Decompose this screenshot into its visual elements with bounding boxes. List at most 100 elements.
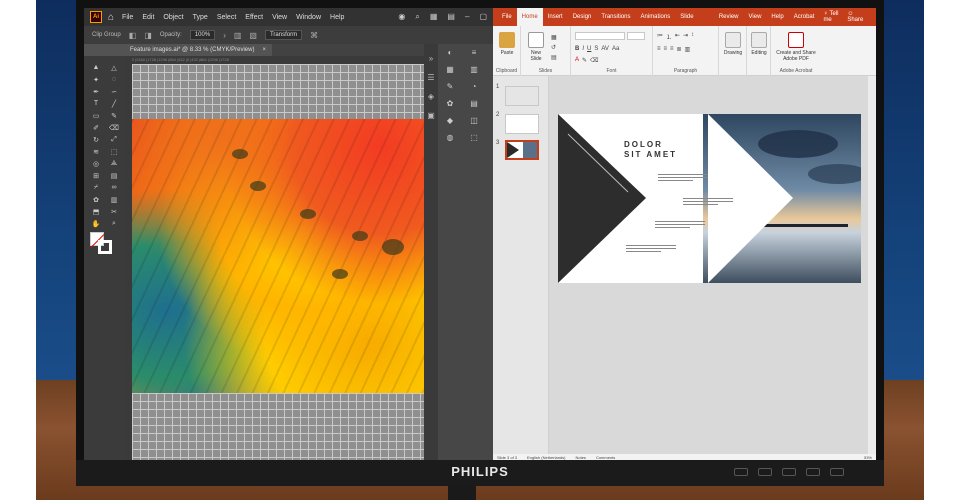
align-right-icon[interactable]: ≡ — [670, 46, 674, 53]
brushes-icon[interactable]: ✎ — [447, 82, 454, 91]
drawing-button[interactable]: Drawing — [721, 32, 745, 56]
comments-button[interactable]: Comments — [596, 455, 615, 460]
document-tab[interactable]: Feature images.ai* @ 8.33 % (CMYK/Previe… — [124, 44, 272, 56]
align-icon[interactable]: ▥ — [234, 31, 242, 40]
zoom-tool-icon[interactable]: ⌕ — [108, 220, 120, 228]
transform-button[interactable]: Transform — [264, 30, 303, 40]
strikethrough-icon[interactable]: S — [594, 46, 598, 52]
lasso-tool-icon[interactable]: ◌ — [108, 76, 120, 84]
rotate-tool-icon[interactable]: ↻ — [90, 136, 102, 144]
graph-tool-icon[interactable]: ▥ — [108, 196, 120, 204]
text-block-4[interactable] — [626, 245, 676, 255]
layout-icon[interactable]: ▦ — [551, 34, 557, 41]
bullets-icon[interactable]: ≔ — [657, 32, 663, 41]
highlight-icon[interactable]: ✎ — [582, 57, 587, 64]
tab-design[interactable]: Design — [568, 8, 597, 26]
columns-icon[interactable]: ▥ — [685, 46, 691, 53]
font-size-field[interactable] — [627, 32, 645, 40]
slide-thumbnail-2[interactable] — [505, 114, 539, 134]
tab-view[interactable]: View — [744, 8, 767, 26]
opacity-field[interactable]: 100% — [189, 30, 216, 40]
magic-wand-tool-icon[interactable]: ✦ — [90, 76, 102, 84]
menu-object[interactable]: Object — [163, 14, 183, 21]
decrease-indent-icon[interactable]: ⇤ — [675, 32, 680, 41]
create-share-pdf-button[interactable]: Create and Share Adobe PDF — [773, 32, 819, 62]
current-slide[interactable]: DOLOR SIT AMET — [558, 114, 861, 283]
blend-tool-icon[interactable]: ∞ — [108, 184, 120, 192]
menu-window[interactable]: Window — [296, 14, 321, 21]
font-family-field[interactable] — [575, 32, 625, 40]
tab-file[interactable]: File — [497, 8, 517, 26]
menu-type[interactable]: Type — [193, 14, 208, 21]
editing-button[interactable]: Editing — [749, 32, 769, 56]
maximize-icon[interactable]: ▢ — [479, 12, 487, 22]
chevron-right-icon[interactable]: › — [223, 31, 226, 40]
menu-effect[interactable]: Effect — [245, 14, 263, 21]
monitor-button[interactable] — [782, 468, 796, 476]
paste-button[interactable]: Paste — [497, 32, 517, 56]
tab-slideshow[interactable]: Slide Show — [675, 8, 714, 38]
gradient-tool-icon[interactable]: ▤ — [108, 172, 120, 180]
properties-icon[interactable]: ☰ — [424, 73, 438, 82]
section-icon[interactable]: ▤ — [551, 54, 557, 61]
symbols-icon[interactable]: ✿ — [447, 99, 454, 108]
italic-icon[interactable]: I — [582, 46, 584, 52]
slide-title[interactable]: DOLOR SIT AMET — [624, 140, 677, 160]
artboard-canvas[interactable] — [132, 64, 424, 460]
stroke-icon[interactable]: ≡ — [472, 48, 477, 57]
reset-icon[interactable]: ↺ — [551, 44, 557, 51]
account-icon[interactable]: ◉ — [398, 12, 405, 22]
change-case-icon[interactable]: Aa — [612, 46, 619, 52]
width-tool-icon[interactable]: ≋ — [90, 148, 102, 156]
menu-edit[interactable]: Edit — [142, 14, 154, 21]
slide-thumbnail-1[interactable] — [505, 86, 539, 106]
increase-indent-icon[interactable]: ⇥ — [683, 32, 688, 41]
rectangle-tool-icon[interactable]: ▭ — [90, 112, 102, 120]
new-slide-button[interactable]: New Slide — [525, 32, 547, 62]
numbering-icon[interactable]: ⒈ — [666, 32, 672, 41]
tab-help[interactable]: Help — [766, 8, 788, 26]
tell-me-box[interactable]: ♀ Tell me — [823, 11, 847, 23]
type-tool-icon[interactable]: T — [90, 100, 102, 108]
clear-format-icon[interactable]: ⌫ — [590, 57, 598, 64]
swatches-icon[interactable]: ▦ — [446, 65, 454, 74]
gradient-icon[interactable]: ▥ — [470, 65, 478, 74]
justify-icon[interactable]: ≣ — [677, 46, 682, 53]
tab-acrobat[interactable]: Acrobat — [789, 8, 820, 26]
menu-help[interactable]: Help — [330, 14, 344, 21]
text-block-3[interactable] — [655, 221, 705, 231]
monitor-button[interactable] — [806, 468, 820, 476]
hand-tool-icon[interactable]: ✋ — [90, 220, 102, 228]
power-button[interactable] — [830, 468, 844, 476]
stroke-swatch[interactable] — [98, 240, 112, 254]
tab-transitions[interactable]: Transitions — [596, 8, 635, 26]
arrange-icon[interactable]: ▦ — [430, 12, 438, 22]
home-icon[interactable]: ⌂ — [108, 12, 114, 23]
slide-thumbnail-3[interactable] — [505, 140, 539, 160]
vertical-scrollbar[interactable] — [868, 76, 876, 454]
font-color-icon[interactable]: A — [575, 57, 579, 64]
appearance-icon[interactable]: ◍ — [447, 133, 454, 142]
menu-select[interactable]: Select — [217, 14, 236, 21]
line-tool-icon[interactable]: ╱ — [108, 100, 120, 108]
line-spacing-icon[interactable]: ↕ — [691, 32, 694, 41]
paintbrush-tool-icon[interactable]: ✎ — [108, 112, 120, 120]
warp-icon[interactable]: ⌘ — [310, 31, 318, 40]
libraries-icon[interactable]: ▣ — [424, 111, 438, 120]
align-center-icon[interactable]: ≡ — [664, 46, 668, 53]
tab-home[interactable]: Home — [516, 8, 543, 26]
collapse-icon[interactable]: » — [424, 54, 438, 63]
selection-tool-icon[interactable]: ▲ — [90, 64, 102, 72]
underline-icon[interactable]: U — [587, 46, 591, 52]
direct-selection-tool-icon[interactable]: △ — [108, 64, 120, 72]
char-spacing-icon[interactable]: AV — [601, 46, 609, 52]
menu-view[interactable]: View — [272, 14, 287, 21]
align-left-icon[interactable]: ≡ — [657, 46, 661, 53]
distribute-icon[interactable]: ▧ — [249, 31, 257, 40]
text-block-1[interactable] — [658, 174, 708, 184]
layout-icon[interactable]: ▤ — [447, 12, 455, 22]
edit-clip-icon[interactable]: ◧ — [129, 31, 137, 40]
symbol-tool-icon[interactable]: ✿ — [90, 196, 102, 204]
scale-tool-icon[interactable]: ⤢ — [108, 136, 120, 144]
color-icon[interactable]: ◐ — [448, 48, 453, 57]
